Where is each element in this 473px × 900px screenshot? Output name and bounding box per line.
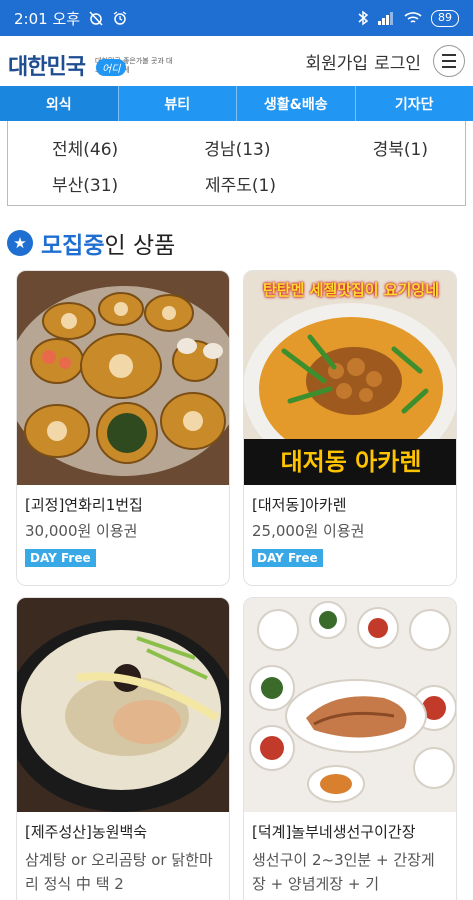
section-title: ★ 모집중인 상품 <box>7 226 175 260</box>
product-description: 생선구이 2~3인분 + 간장게장 + 양념게장 + 기 <box>252 851 435 893</box>
product-card[interactable]: [괴정]연화리1번집 30,000원 이용권 DAY Free <box>16 270 230 586</box>
product-photo <box>17 598 229 812</box>
section-title-strong: 모집중 <box>41 233 105 259</box>
star-icon: ★ <box>7 230 33 256</box>
login-link[interactable]: 로그인 <box>374 49 421 74</box>
product-card[interactable]: 탄탄멘 세젤맛집이 요기잉네 대저동 아카렌 [대저동]아카렌 25,000원 … <box>243 270 457 586</box>
tab-dining[interactable]: 외식 <box>0 86 119 121</box>
tab-beauty[interactable]: 뷰티 <box>119 86 237 121</box>
product-name: [괴정]연화리1번집 <box>25 496 143 514</box>
bluetooth-icon <box>358 10 368 26</box>
photo-caption-top: 탄탄멘 세젤맛집이 요기잉네 <box>262 281 440 299</box>
signal-icon <box>377 11 395 25</box>
wifi-icon <box>404 11 422 25</box>
region-filter: 전체(46) 경남(13) 경북(1) 부산(31) 제주도(1) <box>7 121 466 206</box>
product-photo <box>244 598 456 812</box>
photo-caption-bottom: 대저동 아카렌 <box>244 439 456 485</box>
product-name: [덕계]놀부네생선구이간장 <box>252 823 416 841</box>
product-card[interactable]: [덕계]놀부네생선구이간장 생선구이 2~3인분 + 간장게장 + 양념게장 +… <box>243 597 457 900</box>
product-description: 삼계탕 or 오리곰탕 or 닭한마리 정식 中 택 2 <box>25 851 213 893</box>
region-gyeongnam[interactable]: 경남(13) <box>160 135 312 160</box>
tab-reporters[interactable]: 기자단 <box>356 86 473 121</box>
alarm-off-icon <box>88 10 104 26</box>
product-price: 30,000원 이용권 <box>25 522 138 540</box>
logo-badge: 어디 <box>96 59 127 76</box>
day-free-badge: DAY Free <box>25 549 96 567</box>
region-busan[interactable]: 부산(31) <box>8 171 161 196</box>
menu-icon <box>442 54 456 56</box>
region-gyeongbuk[interactable]: 경북(1) <box>313 135 465 160</box>
logo-text: 대한민국 <box>8 55 86 80</box>
status-bar: 2:01 오후 89 <box>0 0 473 36</box>
signup-link[interactable]: 회원가입 <box>306 49 369 74</box>
battery-indicator: 89 <box>431 9 459 27</box>
region-all[interactable]: 전체(46) <box>8 135 160 160</box>
day-free-badge: DAY Free <box>252 549 323 567</box>
product-photo <box>17 271 229 485</box>
product-name: [제주성산]농원백숙 <box>25 823 148 841</box>
site-logo[interactable]: 대한민국 어디 대한민국 좋은가볼 곳과 대표 좋은가게 <box>8 41 175 81</box>
section-title-rest: 인 상품 <box>104 233 176 259</box>
product-card[interactable]: [제주성산]농원백숙 삼계탕 or 오리곰탕 or 닭한마리 정식 中 택 2 <box>16 597 230 900</box>
category-tabs: 외식 뷰티 생활&배송 기자단 <box>0 86 473 121</box>
hamburger-menu-button[interactable] <box>433 45 465 77</box>
alarm-icon <box>112 10 128 26</box>
product-photo: 탄탄멘 세젤맛집이 요기잉네 대저동 아카렌 <box>244 271 456 485</box>
product-name: [대저동]아카렌 <box>252 496 347 514</box>
site-header: 대한민국 어디 대한민국 좋은가볼 곳과 대표 좋은가게 회원가입 로그인 <box>0 36 473 86</box>
product-price: 25,000원 이용권 <box>252 522 365 540</box>
tab-living-delivery[interactable]: 생활&배송 <box>237 86 356 121</box>
region-jeju[interactable]: 제주도(1) <box>161 171 314 196</box>
status-time: 2:01 오후 <box>14 9 81 28</box>
